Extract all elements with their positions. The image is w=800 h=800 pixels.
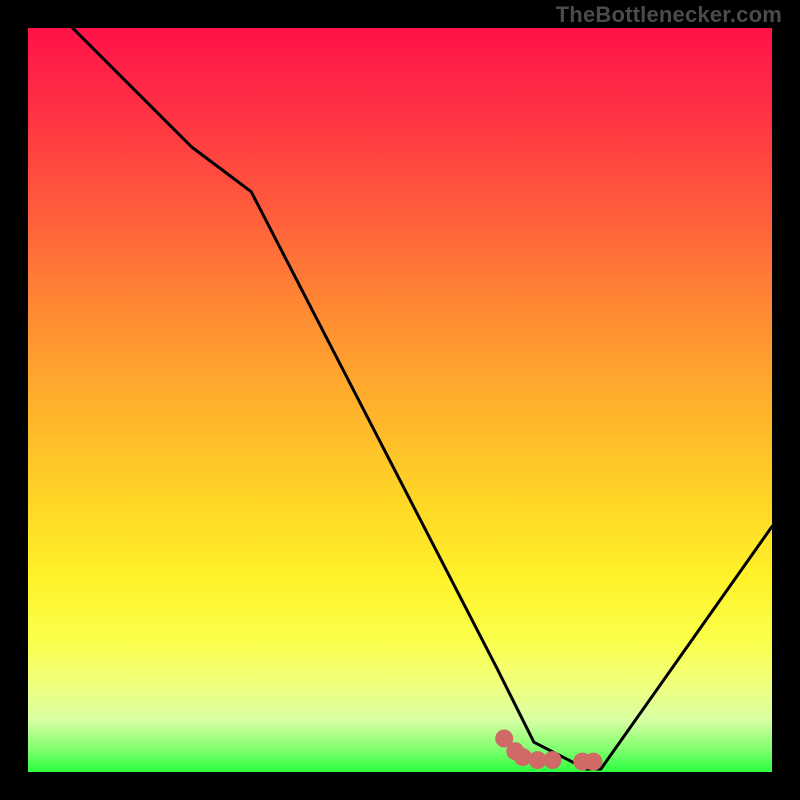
plot-area [28, 28, 772, 772]
bottleneck-curve [73, 28, 772, 769]
bottom-dot [584, 753, 602, 771]
bottom-dot [514, 748, 532, 766]
attribution-label: TheBottlenecker.com [556, 2, 782, 28]
chart-overlay [28, 28, 772, 772]
bottom-dot [544, 751, 562, 769]
chart-frame: TheBottlenecker.com [0, 0, 800, 800]
